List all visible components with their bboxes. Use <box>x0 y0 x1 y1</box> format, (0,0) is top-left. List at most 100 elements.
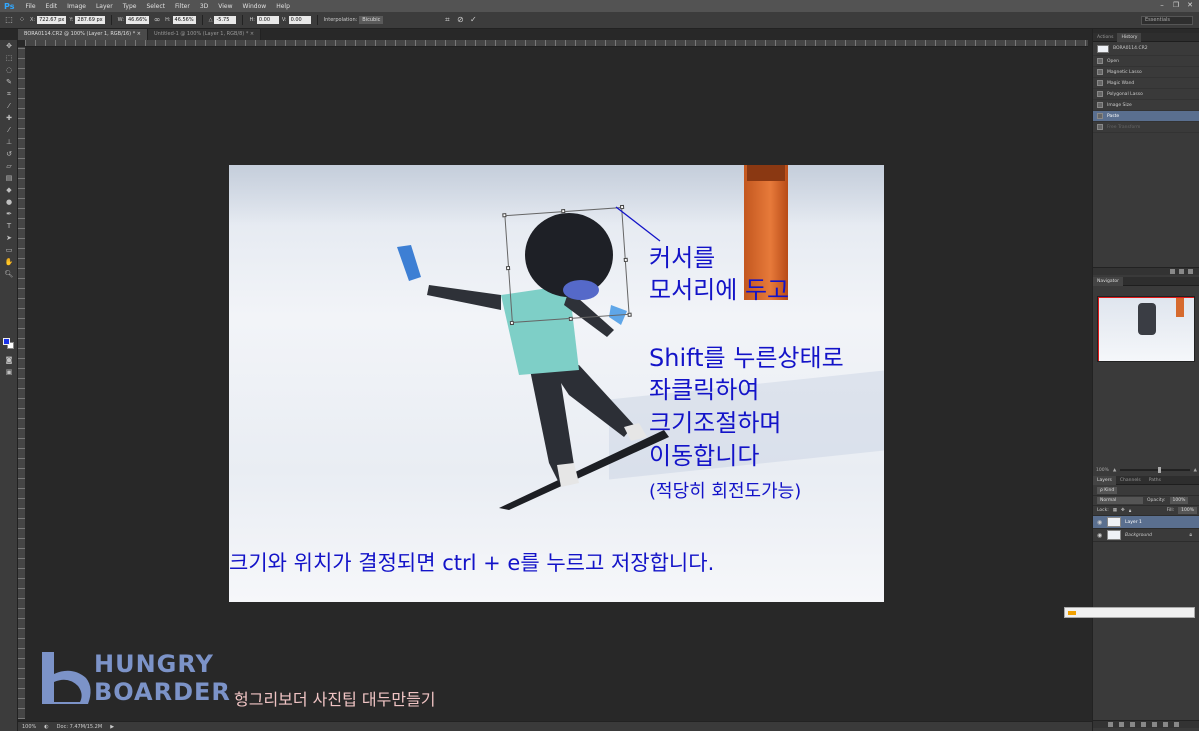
horizontal-ruler[interactable] <box>25 40 1088 47</box>
type-tool-icon[interactable]: T <box>0 220 18 232</box>
blur-tool-icon[interactable]: ◆ <box>0 184 18 196</box>
tab-untitled-1[interactable]: Untitled-1 @ 100% (Layer 1, RGB/8) * × <box>147 29 262 40</box>
tab-channels[interactable]: Channels <box>1116 476 1145 485</box>
close-button[interactable]: ✕ <box>1185 1 1195 9</box>
zoom-tool-icon[interactable]: 🔍︎ <box>0 268 18 280</box>
tab-bora0114[interactable]: BORA0114.CR2 @ 100% (Layer 1, RGB/16) * … <box>18 29 148 40</box>
status-zoom[interactable]: 100% <box>22 724 36 730</box>
menu-3d[interactable]: 3D <box>195 3 213 10</box>
reference-point-icon[interactable]: ⁘ <box>17 15 27 25</box>
visibility-eye-icon[interactable]: ◉ <box>1097 532 1103 539</box>
transform-handle-top[interactable] <box>561 208 566 214</box>
document-canvas[interactable]: 커서를 모서리에 두고 Shift를 누른상태로 좌클릭하여 크기조절하며 이동… <box>229 165 884 602</box>
menu-file[interactable]: File <box>20 3 40 10</box>
shape-tool-icon[interactable]: ▭ <box>0 244 18 256</box>
free-transform-bounding-box[interactable] <box>502 204 632 326</box>
panel-grip-icon[interactable] <box>1068 611 1076 615</box>
navigator-preview[interactable] <box>1097 296 1195 362</box>
blend-mode-select[interactable]: Normal <box>1097 497 1143 504</box>
menu-filter[interactable]: Filter <box>170 3 195 10</box>
layer-name[interactable]: Layer 1 <box>1125 520 1142 525</box>
delete-state-icon[interactable] <box>1188 269 1193 274</box>
menu-image[interactable]: Image <box>62 3 91 10</box>
link-icon[interactable]: ∞ <box>152 15 162 25</box>
zoom-out-icon[interactable]: ▲ <box>1113 468 1116 473</box>
workspace-select[interactable]: Essentials <box>1141 16 1193 25</box>
new-snapshot-icon[interactable] <box>1179 269 1184 274</box>
menu-edit[interactable]: Edit <box>41 3 63 10</box>
history-item-free-transform[interactable]: Free Transform <box>1093 122 1199 133</box>
tab-layers[interactable]: Layers <box>1093 475 1116 485</box>
warp-mode-icon[interactable]: ⌗ <box>442 15 452 25</box>
vskew-input[interactable]: 0.00 <box>288 16 311 24</box>
transform-tool-icon[interactable]: ⬚ <box>4 15 14 25</box>
y-input[interactable]: 287.69 px <box>75 16 105 24</box>
delete-layer-icon[interactable] <box>1174 722 1179 727</box>
visibility-eye-icon[interactable]: ◉ <box>1097 519 1103 526</box>
tab-paths[interactable]: Paths <box>1145 476 1165 485</box>
lock-all-icon[interactable]: 🔒︎ <box>1129 508 1131 514</box>
eyedropper-tool-icon[interactable]: ⁄ <box>0 100 18 112</box>
navigator-view-box[interactable] <box>1098 297 1194 361</box>
path-select-tool-icon[interactable]: ➤ <box>0 232 18 244</box>
status-info-icon[interactable]: ◐ <box>44 724 48 730</box>
navigator-zoom-value[interactable]: 100% <box>1096 468 1109 473</box>
add-mask-icon[interactable] <box>1130 722 1135 727</box>
quick-select-tool-icon[interactable]: ✎ <box>0 76 18 88</box>
layer-style-icon[interactable] <box>1119 722 1124 727</box>
minimize-button[interactable]: – <box>1157 1 1167 9</box>
transform-handle-right[interactable] <box>623 257 628 263</box>
transform-handle-bottom-right[interactable] <box>627 312 632 317</box>
history-snapshot[interactable]: BORA0114.CR2 <box>1093 42 1199 56</box>
dodge-tool-icon[interactable]: ● <box>0 196 18 208</box>
tab-navigator[interactable]: Navigator <box>1093 276 1124 286</box>
move-tool-icon[interactable]: ✥ <box>0 40 18 52</box>
layer-name[interactable]: Background <box>1125 533 1152 538</box>
layer-row-background[interactable]: ◉ Background 🔒︎ <box>1093 529 1199 542</box>
history-brush-tool-icon[interactable]: ↺ <box>0 148 18 160</box>
lock-pixels-icon[interactable]: ▦ <box>1113 508 1117 513</box>
zoom-slider-knob[interactable] <box>1158 467 1162 473</box>
lasso-tool-icon[interactable]: ◌ <box>0 64 18 76</box>
menu-window[interactable]: Window <box>238 3 272 10</box>
history-item-polygonal-lasso[interactable]: Polygonal Lasso <box>1093 89 1199 100</box>
history-item-magic-wand[interactable]: Magic Wand <box>1093 78 1199 89</box>
link-layers-icon[interactable] <box>1108 722 1113 727</box>
history-item-open[interactable]: Open <box>1093 56 1199 67</box>
transform-handle-bottom[interactable] <box>568 316 573 322</box>
history-item-paste[interactable]: Paste <box>1093 111 1199 122</box>
layer-kind-select[interactable]: ρ Kind <box>1097 487 1118 494</box>
layer-row-layer-1[interactable]: ◉ Layer 1 <box>1093 516 1199 529</box>
healing-brush-tool-icon[interactable]: ✚ <box>0 112 18 124</box>
restore-button[interactable]: ❐ <box>1171 1 1181 9</box>
gradient-tool-icon[interactable]: ▤ <box>0 172 18 184</box>
interpolation-select[interactable]: Bicubic <box>359 16 384 24</box>
hand-tool-icon[interactable]: ✋ <box>0 256 18 268</box>
menu-layer[interactable]: Layer <box>91 3 118 10</box>
menu-select[interactable]: Select <box>141 3 170 10</box>
width-input[interactable]: 46.66% <box>125 16 150 24</box>
clone-stamp-tool-icon[interactable]: ⊥ <box>0 136 18 148</box>
brush-tool-icon[interactable]: ⁄ <box>0 124 18 136</box>
menu-view[interactable]: View <box>213 3 237 10</box>
height-input[interactable]: 46.56% <box>172 16 196 24</box>
transform-handle-top-left[interactable] <box>502 213 507 218</box>
history-item-magnetic-lasso[interactable]: Magnetic Lasso <box>1093 67 1199 78</box>
fill-input[interactable]: 100% <box>1178 507 1197 514</box>
zoom-slider[interactable] <box>1120 467 1190 473</box>
new-document-from-state-icon[interactable] <box>1170 269 1175 274</box>
status-menu-arrow-icon[interactable]: ▶ <box>110 724 114 730</box>
vertical-ruler[interactable] <box>18 47 25 719</box>
pen-tool-icon[interactable]: ✒ <box>0 208 18 220</box>
zoom-in-icon[interactable]: ▲ <box>1194 468 1197 473</box>
history-item-image-size[interactable]: Image Size <box>1093 100 1199 111</box>
screen-mode-icon[interactable]: ▣ <box>0 366 18 378</box>
new-group-icon[interactable] <box>1152 722 1157 727</box>
tab-actions[interactable]: Actions <box>1093 33 1117 42</box>
quick-mask-icon[interactable]: ◙ <box>0 354 18 366</box>
new-layer-icon[interactable] <box>1163 722 1168 727</box>
lock-position-icon[interactable]: ✥ <box>1121 508 1125 513</box>
cancel-transform-icon[interactable]: ⊘ <box>455 15 465 25</box>
eraser-tool-icon[interactable]: ▱ <box>0 160 18 172</box>
adjustment-layer-icon[interactable] <box>1141 722 1146 727</box>
